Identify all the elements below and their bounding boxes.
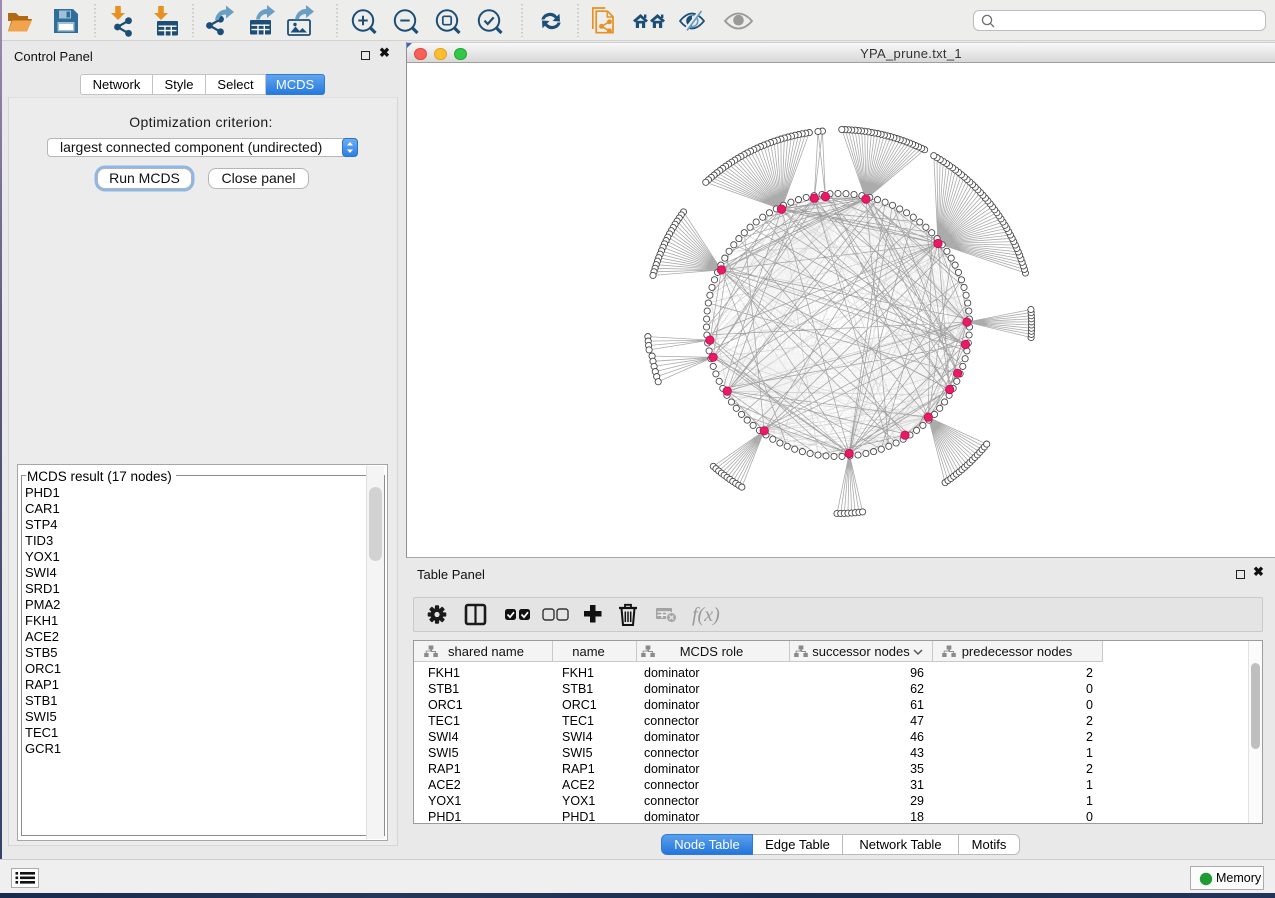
svg-text:f(x): f(x) <box>692 604 720 626</box>
